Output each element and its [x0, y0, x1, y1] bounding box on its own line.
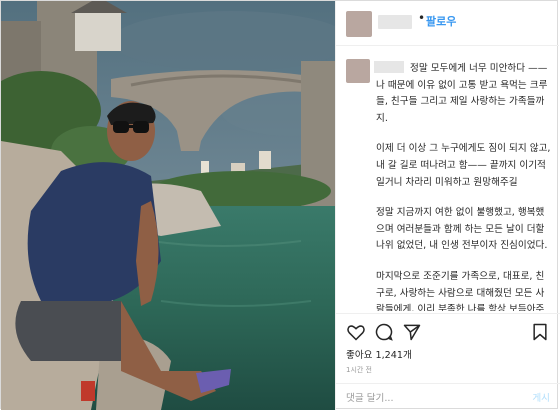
caption-text: 정말 모두에게 너무 미안하다 —— 나 때문에 이유 없이 고통 받고 욕먹는… [376, 61, 552, 311]
follow-button[interactable]: 팔로우 [426, 13, 456, 29]
heart-icon[interactable] [346, 322, 366, 342]
share-icon[interactable] [402, 322, 422, 342]
post-comment-button[interactable]: 게시 [532, 390, 550, 404]
caption-paragraph: 정말 모두에게 너무 미안하다 —— 나 때문에 이유 없이 고통 받고 욕먹는… [376, 63, 548, 124]
action-bar [336, 313, 560, 348]
post-header: • 팔로우 [336, 1, 559, 46]
comment-box: 댓글 달기... 게시 [336, 383, 560, 411]
username-blurred[interactable] [378, 15, 412, 29]
photo-illustration [1, 1, 335, 410]
post-photo[interactable] [1, 1, 335, 410]
separator-dot: • [418, 11, 426, 25]
caption-paragraph: 정말 지금까지 여한 없이 불행했고, 행복했으며 여러분들과 함께 하는 모든… [376, 207, 548, 252]
likes-count[interactable]: 좋아요 1,241개 [346, 347, 412, 361]
user-avatar[interactable] [346, 11, 372, 37]
comment-input[interactable]: 댓글 달기... [346, 390, 496, 404]
bookmark-icon[interactable] [530, 322, 550, 342]
caption-area: 정말 모두에게 너무 미안하다 —— 나 때문에 이유 없이 고통 받고 욕먹는… [336, 51, 560, 311]
caption-avatar[interactable] [346, 59, 370, 83]
comment-icon[interactable] [374, 322, 394, 342]
caption-paragraph: 이제 더 이상 그 누구에게도 짐이 되지 않고, 내 갈 길로 떠나려고 함—… [376, 143, 551, 188]
instagram-post: • 팔로우 정말 모두에게 너무 미안하다 —— 나 때문에 이유 없이 고통 … [0, 0, 560, 411]
post-timestamp: 1시간 전 [346, 366, 372, 374]
caption-paragraph: 마지막으로 조준기를 가족으로, 대표로, 친구로, 사랑하는 사람으로 대해줬… [376, 270, 545, 311]
post-side-panel: • 팔로우 정말 모두에게 너무 미안하다 —— 나 때문에 이유 없이 고통 … [335, 1, 560, 411]
